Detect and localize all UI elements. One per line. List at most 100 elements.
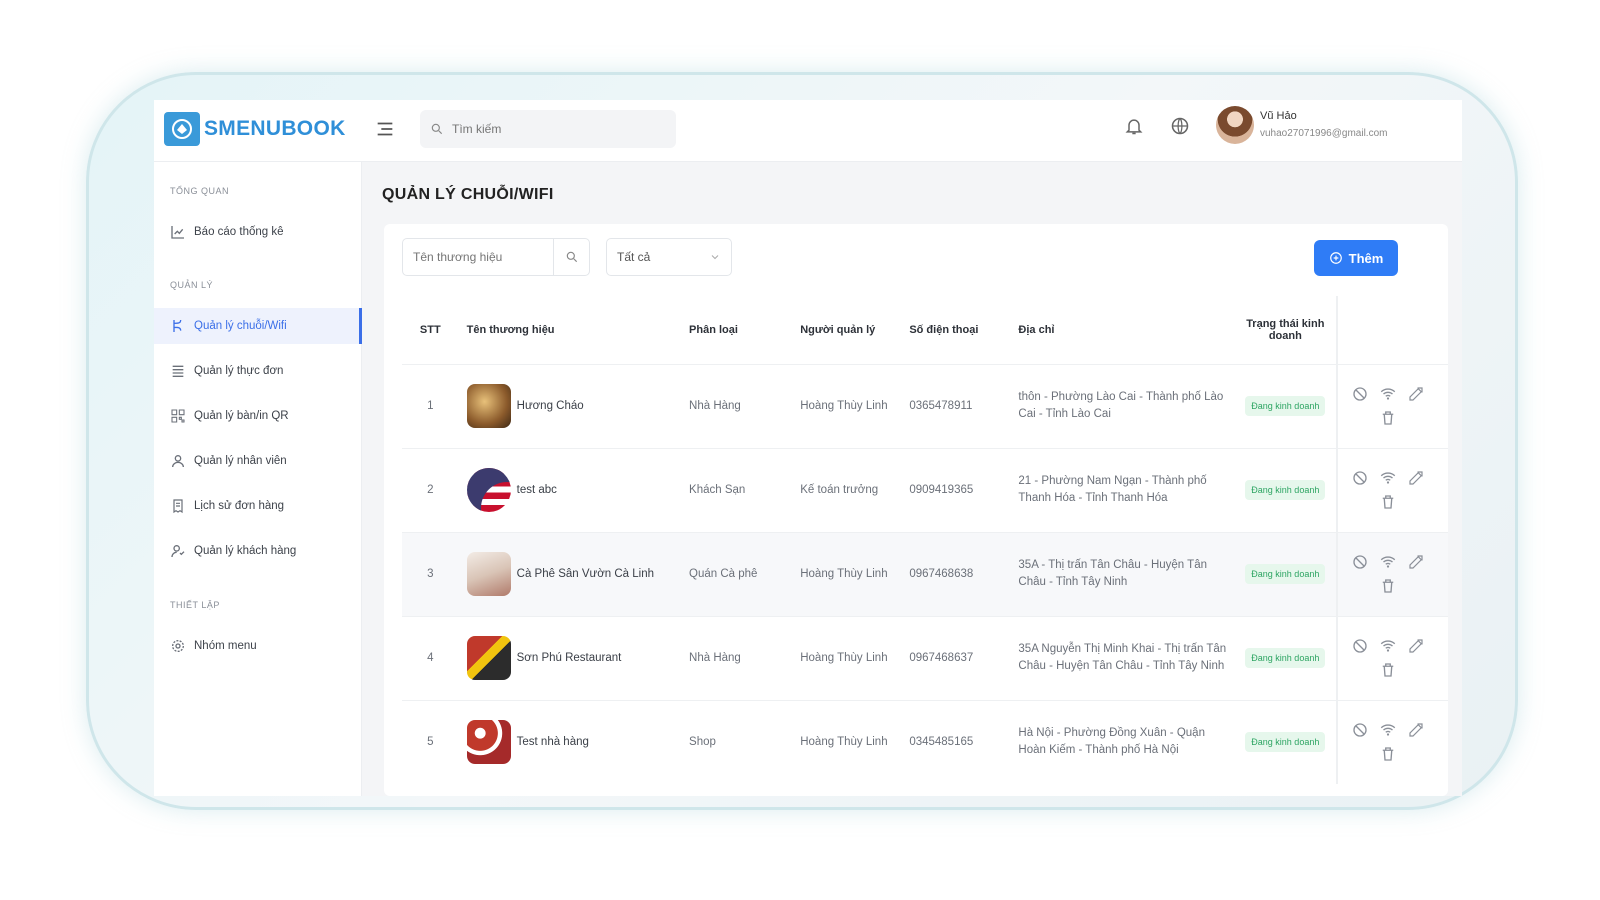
sidebar-item-staff[interactable]: Quản lý nhân viên [154, 443, 362, 479]
cell-stt: 3 [402, 531, 459, 616]
table-header-row: STT Tên thương hiệu Phân loại Người quản… [402, 296, 1448, 364]
trash-icon[interactable] [1379, 577, 1397, 595]
cell-address: 35A Nguyễn Thị Minh Khai - Thị trấn Tân … [1010, 615, 1235, 700]
bell-icon[interactable] [1124, 116, 1148, 140]
table-row[interactable]: 4 Sơn Phú Restaurant Nhà Hàng Hoàng Thùy… [402, 615, 1448, 700]
edit-icon[interactable] [1407, 385, 1425, 403]
globe-icon[interactable] [1170, 116, 1194, 140]
type-filter-select[interactable]: Tất cả [606, 238, 732, 276]
col-actions [1335, 296, 1448, 364]
status-badge: Đang kinh doanh [1245, 564, 1326, 584]
block-icon[interactable] [1351, 721, 1369, 739]
gear-icon [172, 640, 184, 652]
search-button[interactable] [553, 239, 589, 275]
block-icon[interactable] [1351, 553, 1369, 571]
wifi-icon[interactable] [1379, 385, 1397, 403]
logo-icon [164, 112, 200, 146]
cell-stt: 2 [402, 447, 459, 532]
block-icon[interactable] [1351, 469, 1369, 487]
cell-manager: Hoàng Thùy Linh [792, 615, 902, 700]
brand-thumbnail [466, 384, 511, 428]
edit-icon[interactable] [1407, 721, 1425, 739]
trash-icon[interactable] [1379, 493, 1397, 511]
cell-brand-name[interactable]: Hương Cháo [517, 400, 584, 412]
cell-type: Nhà Hàng [681, 363, 793, 448]
sidebar-item-label: Quản lý thực đơn [194, 365, 284, 377]
user-email: vuhao27071996@gmail.com [1260, 128, 1388, 139]
sidebar-item-tables-qr[interactable]: Quản lý bàn/in QR [154, 398, 362, 434]
cell-address: 35A - Thị trấn Tân Châu - Huyện Tân Châu… [1010, 531, 1235, 616]
table-row[interactable]: 3 Cà Phê Sân Vườn Cà Linh Quán Cà phê Ho… [402, 531, 1448, 616]
trash-icon[interactable] [1379, 745, 1397, 763]
sidebar: TỔNG QUAN Báo cáo thống kê QUẢN LÝ Quản … [154, 162, 362, 796]
logo[interactable]: SMENUBOOK [164, 112, 346, 146]
cell-stt: 5 [402, 699, 459, 784]
wifi-icon[interactable] [1379, 637, 1397, 655]
cell-address: Hà Nội - Phường Đồng Xuân - Quận Hoàn Ki… [1010, 699, 1235, 784]
wifi-icon[interactable] [1379, 553, 1397, 571]
cell-stt: 4 [402, 615, 459, 700]
brand-thumbnail [466, 552, 511, 596]
top-bar: SMENUBOOK Vũ Hảo vuhao27071996@gmail.com [154, 100, 1462, 162]
sidebar-item-label: Báo cáo thống kê [194, 226, 284, 238]
global-search[interactable] [420, 110, 676, 148]
sidebar-item-customers[interactable]: Quản lý khách hàng [154, 533, 362, 569]
col-status: Trạng thái kinh doanh [1246, 317, 1325, 342]
cell-address: 21 - Phường Nam Ngạn - Thành phố Thanh H… [1010, 447, 1235, 532]
menu-toggle-icon[interactable] [374, 118, 396, 140]
sidebar-item-label: Lịch sử đơn hàng [194, 500, 285, 512]
brand-thumbnail [466, 636, 511, 680]
cell-manager: Hoàng Thùy Linh [792, 531, 902, 616]
table-row[interactable]: 5 Test nhà hàng Shop Hoàng Thùy Linh 034… [402, 699, 1448, 784]
table-row[interactable]: 2 test abc Khách Sạn Kế toán trưởng 0909… [402, 447, 1448, 532]
sidebar-item-branches[interactable]: Quản lý chuỗi/Wifi [154, 308, 362, 344]
cell-manager: Hoàng Thùy Linh [792, 363, 902, 448]
table-row[interactable]: 1 Hương Cháo Nhà Hàng Hoàng Thùy Linh 03… [402, 363, 1448, 448]
cell-manager: Hoàng Thùy Linh [792, 699, 902, 784]
cell-phone: 0345485165 [901, 699, 1011, 784]
cell-phone: 0365478911 [901, 363, 1011, 448]
avatar[interactable] [1216, 106, 1254, 144]
sidebar-item-label: Nhóm menu [194, 640, 257, 652]
block-icon[interactable] [1351, 637, 1369, 655]
sidebar-section-overview: TỔNG QUAN [170, 186, 230, 196]
sidebar-item-label: Quản lý khách hàng [194, 545, 297, 557]
sidebar-item-reports[interactable]: Báo cáo thống kê [154, 214, 362, 250]
app-screen: SMENUBOOK Vũ Hảo vuhao27071996@gmail.com… [154, 100, 1462, 796]
status-badge: Đang kinh doanh [1245, 480, 1326, 500]
wifi-icon[interactable] [1379, 469, 1397, 487]
branches-table: STT Tên thương hiệu Phân loại Người quản… [402, 296, 1448, 784]
sidebar-section-manage: QUẢN LÝ [170, 280, 214, 290]
search-icon [566, 251, 577, 263]
cell-address: thôn - Phường Lào Cai - Thành phố Lào Ca… [1010, 363, 1235, 448]
edit-icon[interactable] [1407, 469, 1425, 487]
receipt-icon [173, 499, 183, 514]
cell-brand-name[interactable]: Cà Phê Sân Vườn Cà Linh [517, 568, 654, 580]
global-search-input[interactable] [452, 122, 652, 136]
cell-brand-name[interactable]: Test nhà hàng [517, 736, 589, 748]
menu-list-icon [172, 365, 184, 377]
brand-search-input[interactable] [403, 250, 553, 264]
cell-type: Shop [681, 699, 793, 784]
sidebar-item-label: Quản lý nhân viên [194, 455, 287, 467]
cell-brand-name[interactable]: Sơn Phú Restaurant [517, 652, 622, 664]
trash-icon[interactable] [1379, 409, 1397, 427]
sidebar-section-settings: THIẾT LẬP [170, 600, 220, 610]
sidebar-item-label: Quản lý chuỗi/Wifi [194, 320, 287, 332]
wifi-icon[interactable] [1379, 721, 1397, 739]
block-icon[interactable] [1351, 385, 1369, 403]
cell-brand-name[interactable]: test abc [517, 484, 557, 496]
sidebar-item-menu-groups[interactable]: Nhóm menu [154, 628, 362, 664]
edit-icon[interactable] [1407, 553, 1425, 571]
edit-icon[interactable] [1407, 637, 1425, 655]
sidebar-item-orders[interactable]: Lịch sử đơn hàng [154, 488, 362, 524]
sidebar-item-label: Quản lý bàn/in QR [194, 410, 289, 422]
brand-search[interactable] [402, 238, 590, 276]
col-brand: Tên thương hiệu [466, 323, 555, 336]
trash-icon[interactable] [1379, 661, 1397, 679]
cell-stt: 1 [402, 363, 459, 448]
chevron-down-icon [711, 255, 719, 260]
add-button[interactable]: Thêm [1314, 240, 1398, 276]
sidebar-item-menu[interactable]: Quản lý thực đơn [154, 353, 362, 389]
col-address: Địa chỉ [1018, 323, 1055, 336]
